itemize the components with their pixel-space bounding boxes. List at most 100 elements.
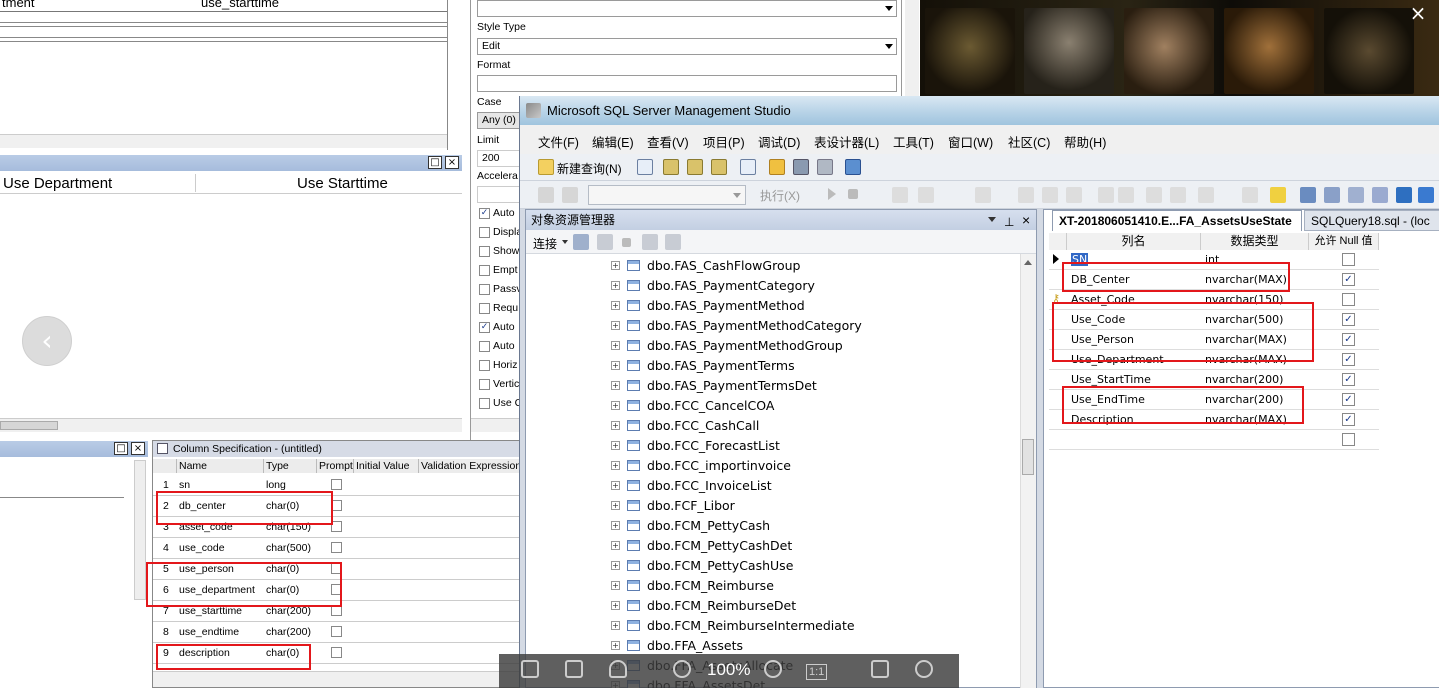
format-input[interactable] [477,75,897,92]
column-name[interactable]: Use_StartTime [1071,373,1151,386]
v-scrollbar[interactable] [134,460,146,600]
menu-tools[interactable]: 工具(T) [893,132,934,151]
expand-icon[interactable]: + [611,641,620,650]
activity-monitor-icon[interactable] [845,159,861,175]
h-scrollbar[interactable] [0,418,462,432]
data-type[interactable]: nvarchar(200) [1205,373,1283,386]
tab-sql-query[interactable]: SQLQuery18.sql - (loc [1304,210,1439,231]
expand-icon[interactable]: + [611,421,620,430]
fulltext-index-icon[interactable] [1348,187,1364,203]
menu-community[interactable]: 社区(C) [1008,132,1050,151]
menu-table-designer[interactable]: 表设计器(L) [814,132,879,151]
allow-null-checkbox[interactable]: ✓ [1342,353,1355,366]
change-connection-icon[interactable] [562,187,578,203]
rotate-icon[interactable] [915,660,933,678]
expand-icon[interactable]: + [611,401,620,410]
print-icon[interactable] [817,159,833,175]
zoom-out-icon[interactable] [673,660,691,678]
indent-icon[interactable] [1146,187,1162,203]
indexes-icon[interactable] [1324,187,1340,203]
db-query-icon[interactable] [687,159,703,175]
scroll-up-icon[interactable] [1024,260,1032,265]
scroll-thumb[interactable] [0,421,58,430]
expand-icon[interactable]: + [611,521,620,530]
toolbar-icon[interactable] [918,187,934,203]
stop-icon[interactable] [622,238,631,247]
property-checkbox[interactable] [479,379,490,390]
allow-null-checkbox[interactable] [1342,253,1355,266]
allow-null-checkbox[interactable]: ✓ [1342,413,1355,426]
h-scrollbar[interactable] [153,671,523,687]
expand-icon[interactable]: + [611,281,620,290]
expand-icon[interactable]: + [611,321,620,330]
property-combo[interactable] [477,0,897,17]
filter-icon[interactable] [642,234,658,250]
expand-icon[interactable]: + [611,381,620,390]
expand-icon[interactable]: + [611,461,620,470]
allow-null-checkbox[interactable]: ✓ [1342,333,1355,346]
expand-icon[interactable]: + [611,621,620,630]
save-icon[interactable] [521,660,539,678]
designer-row[interactable] [1049,430,1379,450]
new-query-button[interactable]: 新建查询(N) [557,160,622,177]
property-checkbox[interactable]: ✓ [479,208,490,219]
close-icon[interactable]: × [1406,2,1430,26]
restore-icon[interactable]: □ [428,156,442,169]
close-icon[interactable]: × [131,442,145,455]
expand-icon[interactable]: + [611,501,620,510]
expand-icon[interactable]: + [611,581,620,590]
property-checkbox[interactable] [479,284,490,295]
allow-null-checkbox[interactable] [1342,433,1355,446]
allow-null-checkbox[interactable] [1342,293,1355,306]
table-row[interactable]: 4 use_code char(500) [153,538,523,559]
property-checkbox[interactable] [479,227,490,238]
pin-icon[interactable]: ⊥ [1004,212,1014,232]
scroll-thumb[interactable] [1022,439,1034,475]
expand-icon[interactable]: + [611,341,620,350]
prompt-checkbox[interactable] [331,542,342,553]
property-checkbox[interactable]: ✓ [479,322,490,333]
property-checkbox[interactable] [479,265,490,276]
expand-icon[interactable]: + [611,301,620,310]
h-scrollbar[interactable] [0,134,447,148]
execute-button[interactable]: 执行(X) [760,187,800,204]
toolbar-icon[interactable] [975,187,991,203]
property-checkbox[interactable] [479,360,490,371]
menu-window[interactable]: 窗口(W) [948,132,993,151]
prompt-checkbox[interactable] [331,647,342,658]
toolbar-icon[interactable] [1042,187,1058,203]
prompt-checkbox[interactable] [331,626,342,637]
menu-view[interactable]: 查看(V) [647,132,689,151]
save-icon[interactable] [793,159,809,175]
tab-table-designer[interactable]: XT-201806051410.E...FA_AssetsUseState [1052,210,1302,231]
property-checkbox[interactable] [479,398,490,409]
expand-icon[interactable]: + [611,441,620,450]
property-checkbox[interactable] [479,246,490,257]
limit-input[interactable]: 200 [477,150,521,167]
toolbar-icon[interactable] [1018,187,1034,203]
database-select[interactable] [588,185,746,205]
outdent-icon[interactable] [1170,187,1186,203]
refresh-icon[interactable] [665,234,681,250]
debug-play-icon[interactable] [828,188,836,200]
close-icon[interactable]: × [445,156,459,169]
menu-project[interactable]: 项目(P) [703,132,745,151]
expand-icon[interactable]: + [611,361,620,370]
property-checkbox[interactable] [479,341,490,352]
specify-values-icon[interactable] [1198,187,1214,203]
allow-null-checkbox[interactable]: ✓ [1342,313,1355,326]
document-icon[interactable] [740,159,756,175]
xml-index-icon[interactable] [1372,187,1388,203]
menu-debug[interactable]: 调试(D) [758,132,800,151]
property-checkbox[interactable] [479,303,490,314]
allow-null-checkbox[interactable]: ✓ [1342,373,1355,386]
allow-null-checkbox[interactable]: ✓ [1342,273,1355,286]
share-icon[interactable] [609,660,627,678]
generate-script-icon[interactable] [1242,187,1258,203]
connect-icon[interactable] [538,187,554,203]
spatial-index-icon[interactable] [1418,187,1434,203]
parse-icon[interactable] [892,187,908,203]
v-scrollbar[interactable] [1020,254,1036,688]
expand-icon[interactable]: + [611,541,620,550]
menu-edit[interactable]: 编辑(E) [592,132,634,151]
